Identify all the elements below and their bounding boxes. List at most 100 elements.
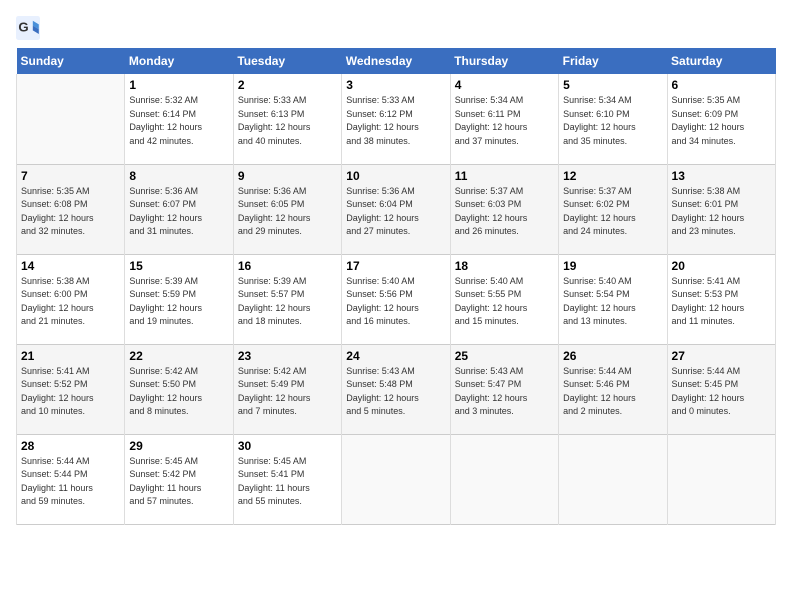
- day-info: Sunrise: 5:33 AM Sunset: 6:13 PM Dayligh…: [238, 94, 337, 148]
- calendar-cell: 8Sunrise: 5:36 AM Sunset: 6:07 PM Daylig…: [125, 164, 233, 254]
- calendar-cell: 19Sunrise: 5:40 AM Sunset: 5:54 PM Dayli…: [559, 254, 667, 344]
- page-header: G: [16, 16, 776, 40]
- day-number: 21: [21, 349, 120, 363]
- calendar-cell: 22 Sunrise: 5:42 AM Sunset: 5:50 PM Dayli…: [125, 344, 233, 434]
- calendar-cell: 27 Sunrise: 5:44 AM Sunset: 5:45 PM Dayli…: [667, 344, 775, 434]
- day-info: Sunrise: 5:45 AM Sunset: 5:42 PM Dayligh…: [129, 455, 228, 509]
- day-number: 16: [238, 259, 337, 273]
- calendar-cell: [667, 434, 775, 524]
- calendar-cell: 15Sunrise: 5:39 AM Sunset: 5:59 PM Dayli…: [125, 254, 233, 344]
- day-info: Sunrise: 5:41 AM Sunset: 5:52 PM Dayligh…: [21, 365, 120, 419]
- calendar-cell: 16 Sunrise: 5:39 AM Sunset: 5:57 PM Dayli…: [233, 254, 341, 344]
- day-number: 7: [21, 169, 120, 183]
- day-info: Sunrise: 5:33 AM Sunset: 6:12 PM Dayligh…: [346, 94, 445, 148]
- calendar-cell: [450, 434, 558, 524]
- day-number: 6: [672, 78, 771, 92]
- weekday-header-monday: Monday: [125, 48, 233, 74]
- day-info: Sunrise: 5:44 AM Sunset: 5:45 PM Dayligh…: [672, 365, 771, 419]
- calendar-cell: 26 Sunrise: 5:44 AM Sunset: 5:46 PM Dayli…: [559, 344, 667, 434]
- day-number: 5: [563, 78, 662, 92]
- calendar-cell: 13 Sunrise: 5:38 AM Sunset: 6:01 PM Dayli…: [667, 164, 775, 254]
- day-number: 15: [129, 259, 228, 273]
- day-info: Sunrise: 5:42 AM Sunset: 5:50 PM Dayligh…: [129, 365, 228, 419]
- logo-icon: G: [16, 16, 40, 40]
- day-info: Sunrise: 5:35 AM Sunset: 6:08 PM Dayligh…: [21, 185, 120, 239]
- calendar-cell: 5 Sunrise: 5:34 AM Sunset: 6:10 PM Daylig…: [559, 74, 667, 164]
- weekday-header-sunday: Sunday: [17, 48, 125, 74]
- calendar-cell: 2 Sunrise: 5:33 AM Sunset: 6:13 PM Daylig…: [233, 74, 341, 164]
- weekday-header-saturday: Saturday: [667, 48, 775, 74]
- day-number: 18: [455, 259, 554, 273]
- calendar-cell: 6Sunrise: 5:35 AM Sunset: 6:09 PM Daylig…: [667, 74, 775, 164]
- day-number: 9: [238, 169, 337, 183]
- weekday-header-row: SundayMondayTuesdayWednesdayThursdayFrid…: [17, 48, 776, 74]
- day-info: Sunrise: 5:39 AM Sunset: 5:57 PM Dayligh…: [238, 275, 337, 329]
- day-info: Sunrise: 5:38 AM Sunset: 6:01 PM Dayligh…: [672, 185, 771, 239]
- day-info: Sunrise: 5:44 AM Sunset: 5:46 PM Dayligh…: [563, 365, 662, 419]
- day-number: 24: [346, 349, 445, 363]
- day-number: 23: [238, 349, 337, 363]
- calendar-cell: 9 Sunrise: 5:36 AM Sunset: 6:05 PM Daylig…: [233, 164, 341, 254]
- day-info: Sunrise: 5:34 AM Sunset: 6:11 PM Dayligh…: [455, 94, 554, 148]
- day-number: 17: [346, 259, 445, 273]
- week-row-3: 14Sunrise: 5:38 AM Sunset: 6:00 PM Dayli…: [17, 254, 776, 344]
- day-number: 1: [129, 78, 228, 92]
- day-number: 2: [238, 78, 337, 92]
- svg-text:G: G: [18, 20, 28, 35]
- day-info: Sunrise: 5:40 AM Sunset: 5:54 PM Dayligh…: [563, 275, 662, 329]
- day-number: 3: [346, 78, 445, 92]
- day-number: 29: [129, 439, 228, 453]
- calendar-cell: [559, 434, 667, 524]
- day-number: 22: [129, 349, 228, 363]
- calendar-cell: 17 Sunrise: 5:40 AM Sunset: 5:56 PM Dayli…: [342, 254, 450, 344]
- day-info: Sunrise: 5:40 AM Sunset: 5:55 PM Dayligh…: [455, 275, 554, 329]
- day-info: Sunrise: 5:36 AM Sunset: 6:07 PM Dayligh…: [129, 185, 228, 239]
- calendar-cell: 29 Sunrise: 5:45 AM Sunset: 5:42 PM Dayli…: [125, 434, 233, 524]
- calendar-cell: 1 Sunrise: 5:32 AM Sunset: 6:14 PM Daylig…: [125, 74, 233, 164]
- day-number: 20: [672, 259, 771, 273]
- calendar-cell: 21 Sunrise: 5:41 AM Sunset: 5:52 PM Dayli…: [17, 344, 125, 434]
- day-info: Sunrise: 5:42 AM Sunset: 5:49 PM Dayligh…: [238, 365, 337, 419]
- day-number: 11: [455, 169, 554, 183]
- week-row-2: 7 Sunrise: 5:35 AM Sunset: 6:08 PM Daylig…: [17, 164, 776, 254]
- week-row-5: 28 Sunrise: 5:44 AM Sunset: 5:44 PM Dayli…: [17, 434, 776, 524]
- day-number: 28: [21, 439, 120, 453]
- weekday-header-friday: Friday: [559, 48, 667, 74]
- day-number: 30: [238, 439, 337, 453]
- day-info: Sunrise: 5:36 AM Sunset: 6:05 PM Dayligh…: [238, 185, 337, 239]
- calendar-cell: 30Sunrise: 5:45 AM Sunset: 5:41 PM Dayli…: [233, 434, 341, 524]
- day-info: Sunrise: 5:37 AM Sunset: 6:03 PM Dayligh…: [455, 185, 554, 239]
- weekday-header-tuesday: Tuesday: [233, 48, 341, 74]
- calendar-cell: 20 Sunrise: 5:41 AM Sunset: 5:53 PM Dayli…: [667, 254, 775, 344]
- day-info: Sunrise: 5:44 AM Sunset: 5:44 PM Dayligh…: [21, 455, 120, 509]
- day-number: 27: [672, 349, 771, 363]
- day-number: 4: [455, 78, 554, 92]
- day-number: 13: [672, 169, 771, 183]
- calendar-cell: 12 Sunrise: 5:37 AM Sunset: 6:02 PM Dayli…: [559, 164, 667, 254]
- calendar-cell: 28 Sunrise: 5:44 AM Sunset: 5:44 PM Dayli…: [17, 434, 125, 524]
- day-info: Sunrise: 5:40 AM Sunset: 5:56 PM Dayligh…: [346, 275, 445, 329]
- day-info: Sunrise: 5:38 AM Sunset: 6:00 PM Dayligh…: [21, 275, 120, 329]
- calendar-cell: 10Sunrise: 5:36 AM Sunset: 6:04 PM Dayli…: [342, 164, 450, 254]
- calendar-cell: 11 Sunrise: 5:37 AM Sunset: 6:03 PM Dayli…: [450, 164, 558, 254]
- week-row-4: 21 Sunrise: 5:41 AM Sunset: 5:52 PM Dayli…: [17, 344, 776, 434]
- calendar-cell: 24 Sunrise: 5:43 AM Sunset: 5:48 PM Dayli…: [342, 344, 450, 434]
- calendar-cell: [342, 434, 450, 524]
- day-info: Sunrise: 5:34 AM Sunset: 6:10 PM Dayligh…: [563, 94, 662, 148]
- calendar-cell: 18 Sunrise: 5:40 AM Sunset: 5:55 PM Dayli…: [450, 254, 558, 344]
- day-info: Sunrise: 5:43 AM Sunset: 5:48 PM Dayligh…: [346, 365, 445, 419]
- day-number: 26: [563, 349, 662, 363]
- day-number: 12: [563, 169, 662, 183]
- logo: G: [16, 16, 44, 40]
- day-number: 25: [455, 349, 554, 363]
- day-info: Sunrise: 5:43 AM Sunset: 5:47 PM Dayligh…: [455, 365, 554, 419]
- calendar-cell: 25 Sunrise: 5:43 AM Sunset: 5:47 PM Dayli…: [450, 344, 558, 434]
- calendar-cell: 4 Sunrise: 5:34 AM Sunset: 6:11 PM Daylig…: [450, 74, 558, 164]
- day-info: Sunrise: 5:41 AM Sunset: 5:53 PM Dayligh…: [672, 275, 771, 329]
- day-info: Sunrise: 5:32 AM Sunset: 6:14 PM Dayligh…: [129, 94, 228, 148]
- calendar-table: SundayMondayTuesdayWednesdayThursdayFrid…: [16, 48, 776, 525]
- week-row-1: 1 Sunrise: 5:32 AM Sunset: 6:14 PM Daylig…: [17, 74, 776, 164]
- calendar-cell: 14Sunrise: 5:38 AM Sunset: 6:00 PM Dayli…: [17, 254, 125, 344]
- calendar-cell: 3 Sunrise: 5:33 AM Sunset: 6:12 PM Daylig…: [342, 74, 450, 164]
- day-info: Sunrise: 5:37 AM Sunset: 6:02 PM Dayligh…: [563, 185, 662, 239]
